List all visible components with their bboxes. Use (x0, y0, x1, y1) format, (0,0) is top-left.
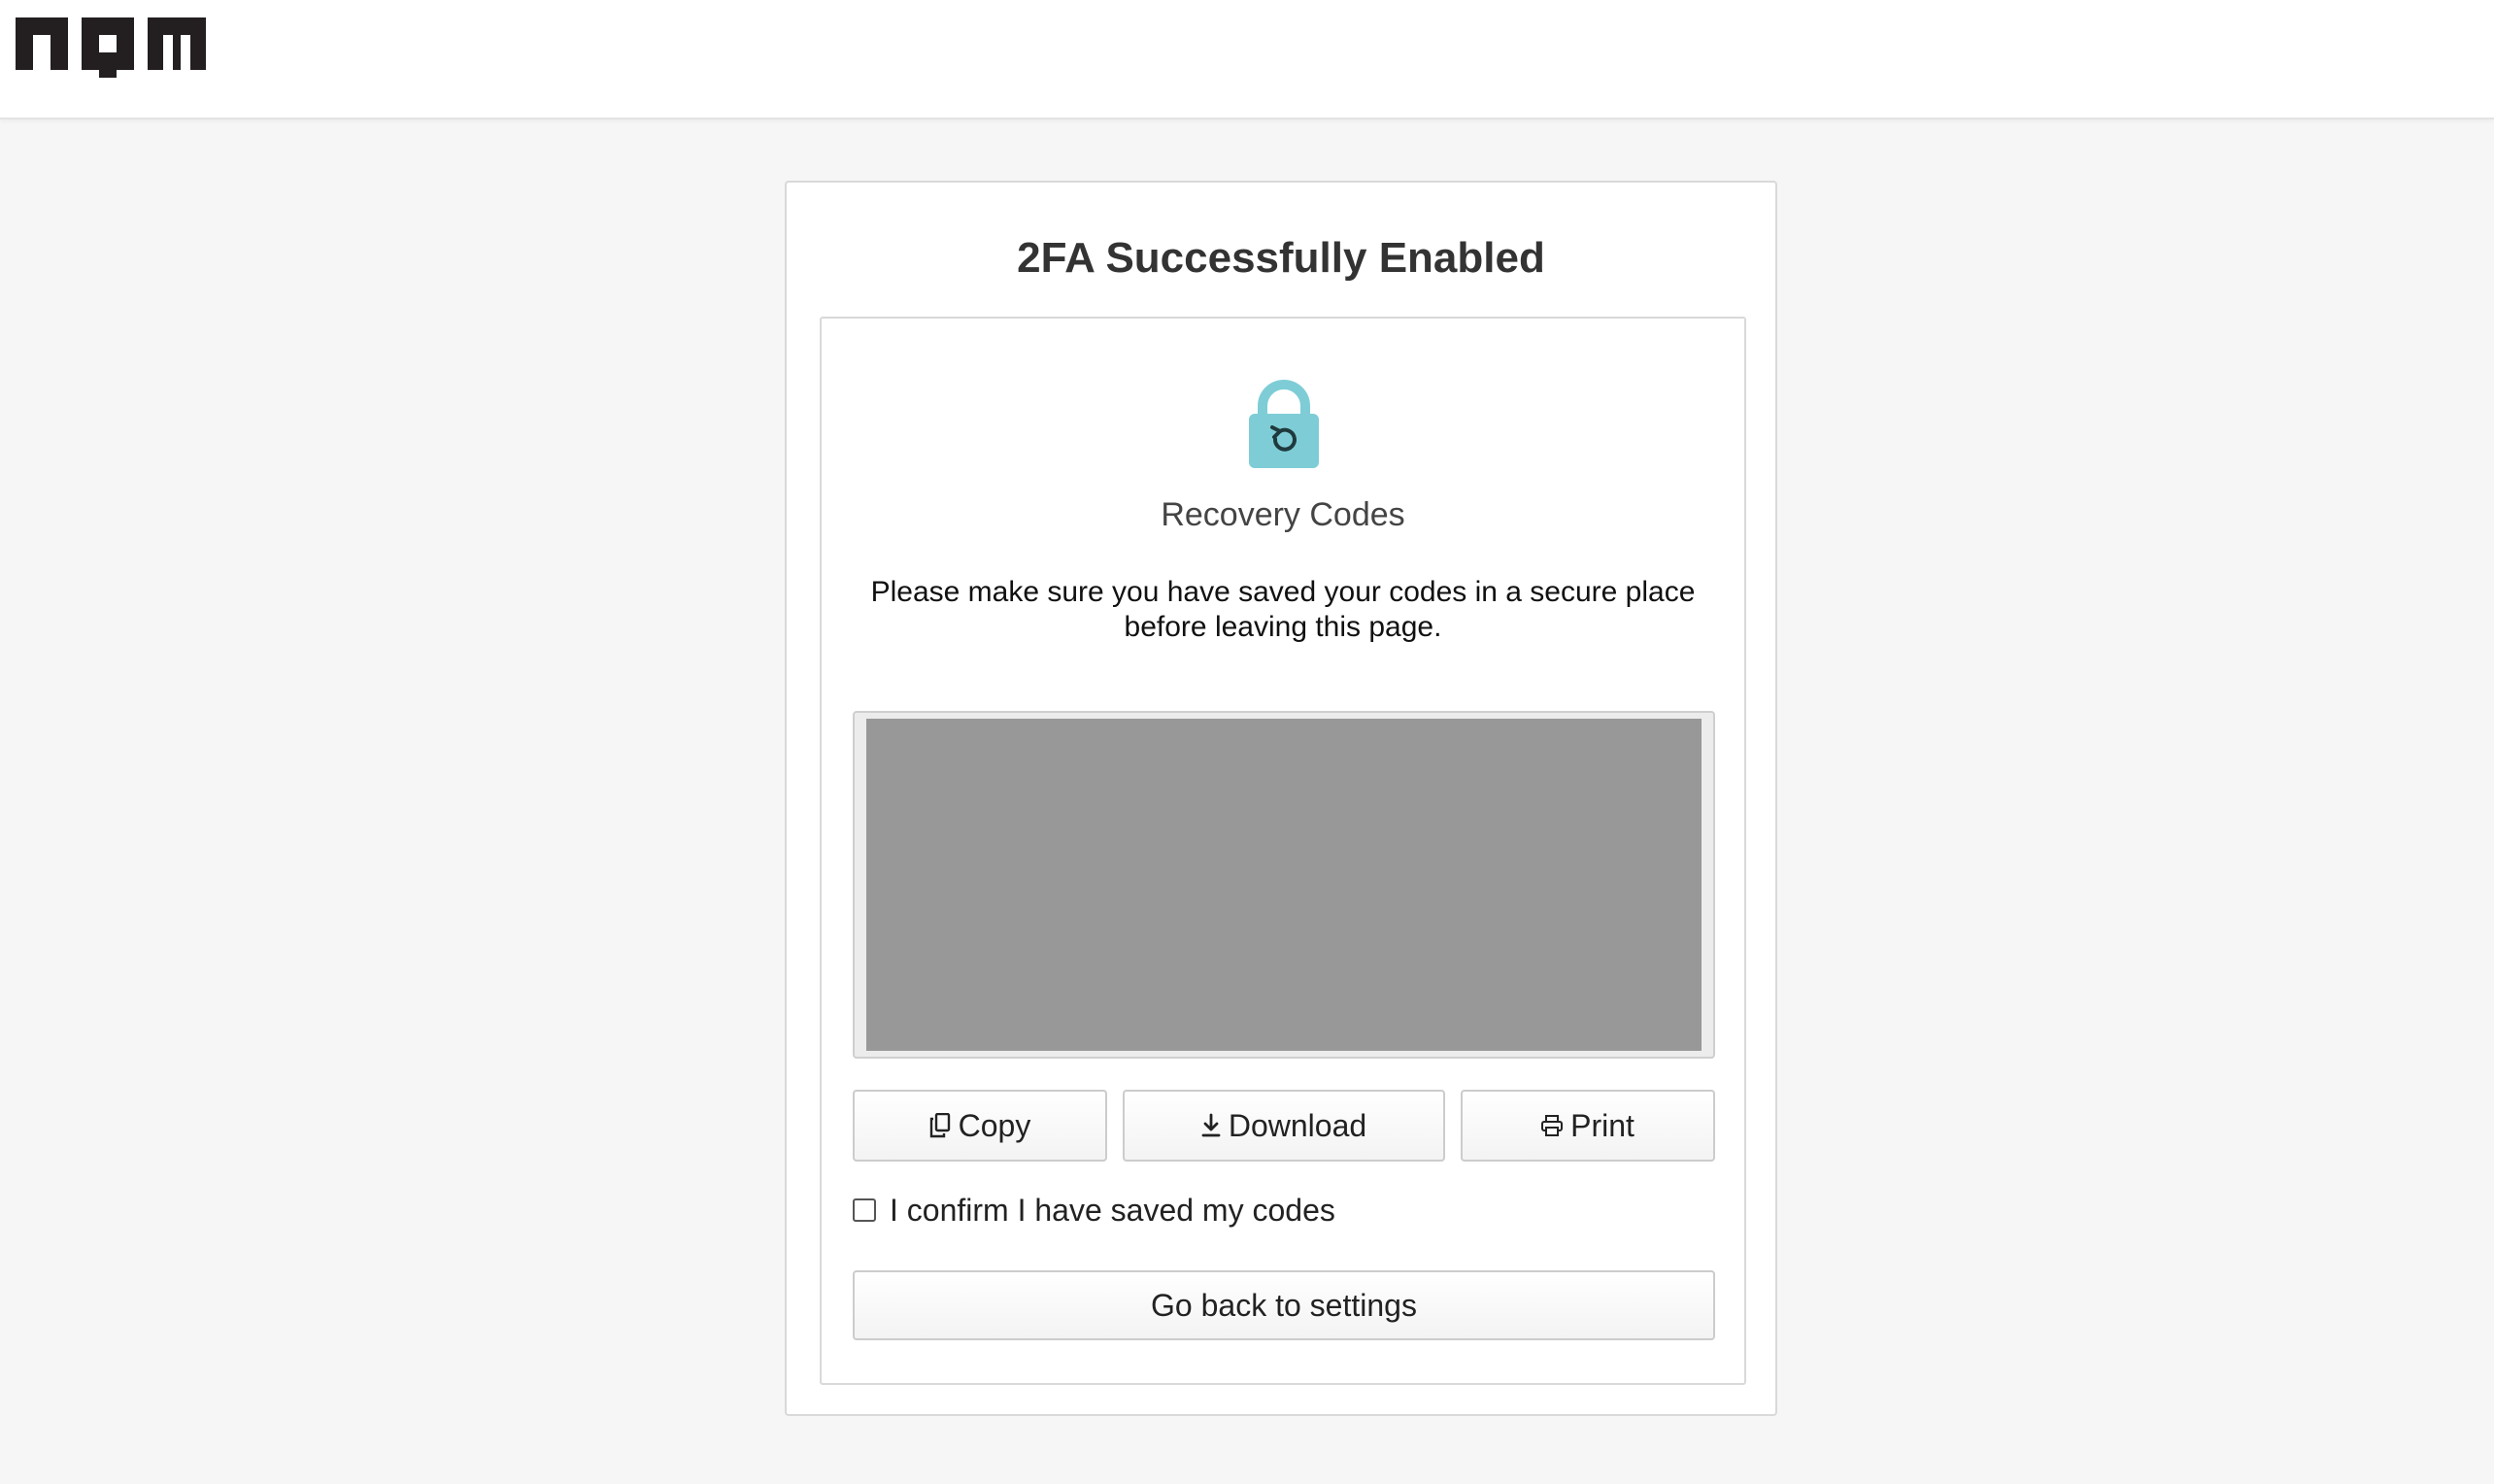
two-factor-success-card: 2FA Successfully Enabled Recovery Codes … (785, 181, 1777, 1416)
confirm-saved-label[interactable]: I confirm I have saved my codes (890, 1193, 1335, 1229)
download-button-label: Download (1228, 1107, 1367, 1143)
copy-icon (929, 1113, 951, 1138)
go-back-to-settings-button[interactable]: Go back to settings (853, 1270, 1715, 1340)
top-navigation-bar (0, 0, 2494, 119)
copy-button[interactable]: Copy (853, 1090, 1107, 1162)
download-button[interactable]: Download (1123, 1090, 1445, 1162)
copy-button-label: Copy (958, 1107, 1031, 1143)
print-icon (1541, 1115, 1564, 1136)
confirm-saved-row: I confirm I have saved my codes (853, 1191, 1335, 1230)
recovery-codes-redacted (866, 719, 1702, 1051)
save-codes-instructions: Please make sure you have saved your cod… (870, 576, 1696, 643)
print-button[interactable]: Print (1461, 1090, 1715, 1162)
recovery-codes-panel: Recovery Codes Please make sure you have… (820, 317, 1746, 1385)
lock-refresh-icon (1249, 380, 1319, 468)
go-back-button-label: Go back to settings (1151, 1287, 1417, 1323)
page-title: 2FA Successfully Enabled (1017, 234, 1545, 282)
download-icon (1201, 1113, 1221, 1138)
recovery-codes-heading: Recovery Codes (1161, 496, 1405, 533)
confirm-saved-checkbox[interactable] (853, 1198, 876, 1222)
recovery-codes-container (853, 711, 1715, 1059)
print-button-label: Print (1570, 1107, 1635, 1143)
npm-logo[interactable] (16, 17, 206, 78)
